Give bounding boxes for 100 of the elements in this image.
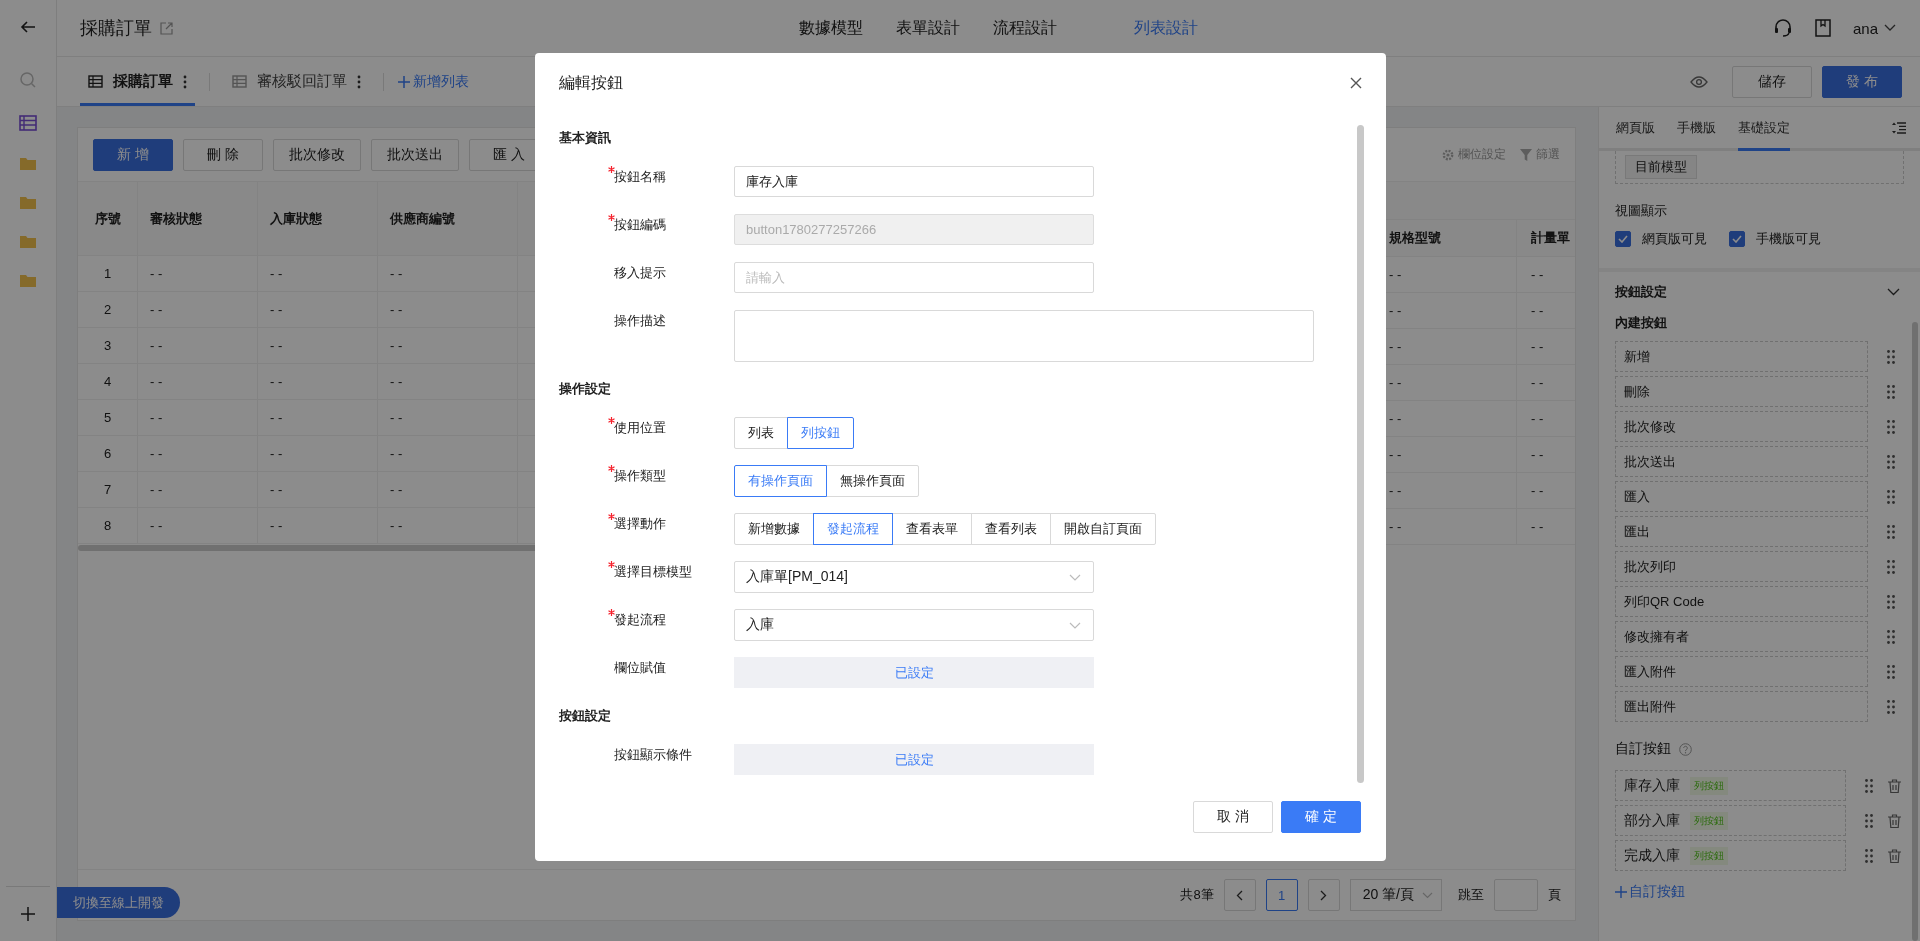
- nav-tab[interactable]: 流程設計: [988, 17, 1061, 39]
- more-icon[interactable]: [357, 74, 361, 89]
- option-button[interactable]: 開啟自訂頁面: [1050, 513, 1156, 545]
- option-button[interactable]: 無操作頁面: [826, 465, 919, 497]
- toolbar-button[interactable]: 刪 除: [183, 138, 263, 171]
- builtin-button-item[interactable]: 匯出: [1615, 516, 1868, 547]
- toolbar-button[interactable]: 批次修改: [273, 138, 361, 171]
- drag-handle-icon[interactable]: [1887, 699, 1895, 714]
- headset-icon[interactable]: [1772, 18, 1793, 38]
- drag-handle-icon[interactable]: [1887, 524, 1895, 539]
- select-field[interactable]: 入庫: [734, 609, 1094, 641]
- option-button[interactable]: 發起流程: [813, 513, 893, 545]
- table-cell: - -: [378, 292, 518, 327]
- filter-icon: [1520, 148, 1532, 161]
- select-field[interactable]: 入庫單[PM_014]: [734, 561, 1094, 593]
- page-title: 採購訂單: [80, 17, 152, 40]
- drag-handle-icon[interactable]: [1887, 419, 1895, 434]
- toolbar-button[interactable]: 批次送出: [371, 138, 459, 171]
- checkbox-label: 手機版可見: [1756, 230, 1821, 248]
- configure-button[interactable]: 已設定: [734, 744, 1094, 775]
- chevron-down-icon[interactable]: [1887, 288, 1900, 296]
- nav-tab[interactable]: 數據模型: [794, 17, 867, 39]
- drag-handle-icon[interactable]: [1887, 349, 1895, 364]
- drag-handle-icon[interactable]: [1865, 848, 1873, 863]
- list-tab[interactable]: 採購訂單: [80, 57, 195, 106]
- panel-tab[interactable]: 基礎設定: [1738, 107, 1790, 151]
- checkbox[interactable]: [1729, 231, 1745, 247]
- add-custom-button-link[interactable]: 自訂按鈕: [1615, 883, 1685, 901]
- trash-icon[interactable]: [1888, 813, 1901, 828]
- required-icon: [608, 417, 615, 424]
- option-button[interactable]: 查看表單: [892, 513, 972, 545]
- cancel-button[interactable]: 取 消: [1193, 801, 1273, 833]
- scrollbar[interactable]: [1912, 322, 1918, 941]
- builtin-button-item[interactable]: 匯入: [1615, 481, 1868, 512]
- nav-tab[interactable]: 列表設計: [1129, 17, 1202, 39]
- model-chip[interactable]: 目前模型: [1625, 155, 1697, 179]
- drag-handle-icon[interactable]: [1865, 778, 1873, 793]
- trash-icon[interactable]: [1888, 778, 1901, 793]
- list-tab[interactable]: 審核駁回訂單: [224, 57, 369, 106]
- save-button[interactable]: 儲存: [1732, 65, 1812, 98]
- confirm-button[interactable]: 確 定: [1281, 801, 1361, 833]
- book-icon[interactable]: [1814, 19, 1831, 37]
- drag-handle-icon[interactable]: [1865, 813, 1873, 828]
- drag-handle-icon[interactable]: [1887, 489, 1895, 504]
- list-icon[interactable]: [19, 115, 37, 131]
- field-label: 發起流程: [614, 612, 666, 627]
- plus-icon[interactable]: [21, 907, 35, 921]
- add-list-link[interactable]: 新增列表: [398, 72, 469, 91]
- column-header: 審核狀態: [138, 182, 258, 255]
- user-menu[interactable]: ana: [1852, 19, 1896, 37]
- drag-handle-icon[interactable]: [1887, 664, 1895, 679]
- drag-handle-icon[interactable]: [1887, 384, 1895, 399]
- custom-button-item[interactable]: 完成入庫 列按鈕: [1615, 840, 1846, 871]
- option-button[interactable]: 有操作頁面: [734, 465, 827, 497]
- panel-tab[interactable]: 手機版: [1677, 107, 1716, 151]
- option-button[interactable]: 查看列表: [971, 513, 1051, 545]
- text-input[interactable]: 庫存入庫: [734, 166, 1094, 197]
- field-label: 操作描述: [614, 313, 666, 328]
- scrollbar[interactable]: [1357, 125, 1364, 783]
- dialog-title: 編輯按鈕: [559, 72, 623, 93]
- toolbar-button[interactable]: 新 增: [93, 138, 173, 171]
- custom-button-item[interactable]: 庫存入庫 列按鈕: [1615, 770, 1846, 801]
- option-button[interactable]: 列表: [734, 417, 788, 449]
- outline-toggle-icon[interactable]: [1892, 121, 1906, 134]
- builtin-button-item[interactable]: 修改擁有者: [1615, 621, 1868, 652]
- builtin-button-item[interactable]: 刪除: [1615, 376, 1868, 407]
- builtin-button-item[interactable]: 新增: [1615, 341, 1868, 372]
- subsection-title: 自訂按鈕: [1615, 740, 1671, 758]
- drag-handle-icon[interactable]: [1887, 559, 1895, 574]
- page-size-select[interactable]: 20 筆/頁: [1349, 879, 1442, 911]
- builtin-button-item[interactable]: 批次修改: [1615, 411, 1868, 442]
- option-button[interactable]: 列按鈕: [787, 417, 854, 449]
- option-button[interactable]: 新增數據: [734, 513, 814, 545]
- table-cell: - -: [378, 328, 518, 363]
- custom-button-item[interactable]: 部分入庫 列按鈕: [1615, 805, 1846, 836]
- builtin-button-item[interactable]: 批次送出: [1615, 446, 1868, 477]
- drag-handle-icon[interactable]: [1887, 594, 1895, 609]
- textarea-input[interactable]: [734, 310, 1314, 362]
- row-button-tag: 列按鈕: [1690, 846, 1728, 865]
- configure-button[interactable]: 已設定: [734, 657, 1094, 688]
- panel-tab[interactable]: 網頁版: [1616, 107, 1655, 151]
- switch-mode-button[interactable]: 切換至線上開發: [57, 887, 180, 918]
- trash-icon[interactable]: [1888, 848, 1901, 863]
- publish-button[interactable]: 發 布: [1822, 65, 1902, 98]
- builtin-button-item[interactable]: 列印QR Code: [1615, 586, 1868, 617]
- drag-handle-icon[interactable]: [1887, 454, 1895, 469]
- builtin-button-item[interactable]: 匯出附件: [1615, 691, 1868, 722]
- more-icon[interactable]: [183, 74, 187, 89]
- preview-eye-icon[interactable]: [1690, 75, 1708, 88]
- checkbox[interactable]: [1615, 231, 1631, 247]
- table-cell-text: - -: [1530, 338, 1545, 356]
- checkmark-icon: [1618, 235, 1628, 243]
- drag-handle-icon[interactable]: [1887, 629, 1895, 644]
- close-icon[interactable]: [1350, 77, 1362, 89]
- text-input[interactable]: 請輸入: [734, 262, 1094, 293]
- external-link-icon[interactable]: [160, 21, 173, 35]
- nav-tab[interactable]: 表單設計: [891, 17, 964, 39]
- table-cell: - -: [378, 508, 518, 543]
- builtin-button-item[interactable]: 批次列印: [1615, 551, 1868, 582]
- builtin-button-item[interactable]: 匯入附件: [1615, 656, 1868, 687]
